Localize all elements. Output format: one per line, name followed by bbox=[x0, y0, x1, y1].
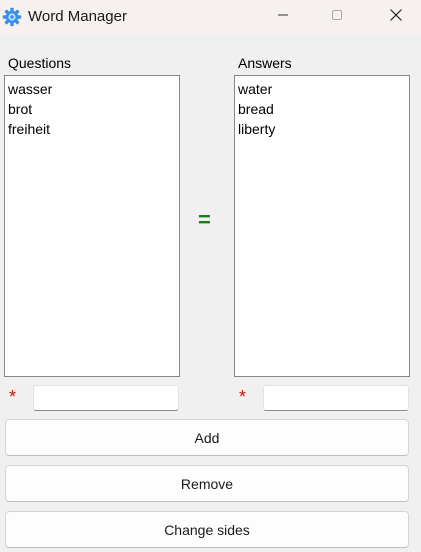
list-item[interactable]: freiheit bbox=[8, 119, 176, 139]
question-required-marker: * bbox=[9, 387, 17, 407]
change-sides-button[interactable]: Change sides bbox=[5, 511, 409, 548]
list-item[interactable]: brot bbox=[8, 99, 176, 119]
list-item[interactable]: liberty bbox=[238, 119, 406, 139]
questions-label: Questions bbox=[8, 55, 72, 71]
equals-sign: = bbox=[198, 207, 211, 232]
gear-icon bbox=[2, 7, 22, 27]
list-item[interactable]: bread bbox=[238, 99, 406, 119]
add-button[interactable]: Add bbox=[5, 419, 409, 456]
answers-label: Answers bbox=[238, 55, 292, 71]
maximize-icon bbox=[331, 8, 343, 26]
answer-required-marker: * bbox=[239, 387, 247, 407]
close-button[interactable] bbox=[373, 0, 419, 34]
list-item[interactable]: wasser bbox=[8, 79, 176, 99]
window-title: Word Manager bbox=[28, 8, 127, 25]
title-bar: Word Manager bbox=[0, 0, 421, 34]
minimize-icon bbox=[277, 8, 289, 26]
answer-input[interactable] bbox=[263, 385, 409, 411]
minimize-button[interactable] bbox=[260, 0, 306, 34]
remove-button[interactable]: Remove bbox=[5, 465, 409, 502]
maximize-button[interactable] bbox=[314, 0, 360, 34]
answers-list[interactable]: water bread liberty bbox=[234, 75, 410, 377]
list-item[interactable]: water bbox=[238, 79, 406, 99]
question-input[interactable] bbox=[33, 385, 179, 411]
questions-list[interactable]: wasser brot freiheit bbox=[4, 75, 180, 377]
close-icon bbox=[389, 8, 403, 27]
